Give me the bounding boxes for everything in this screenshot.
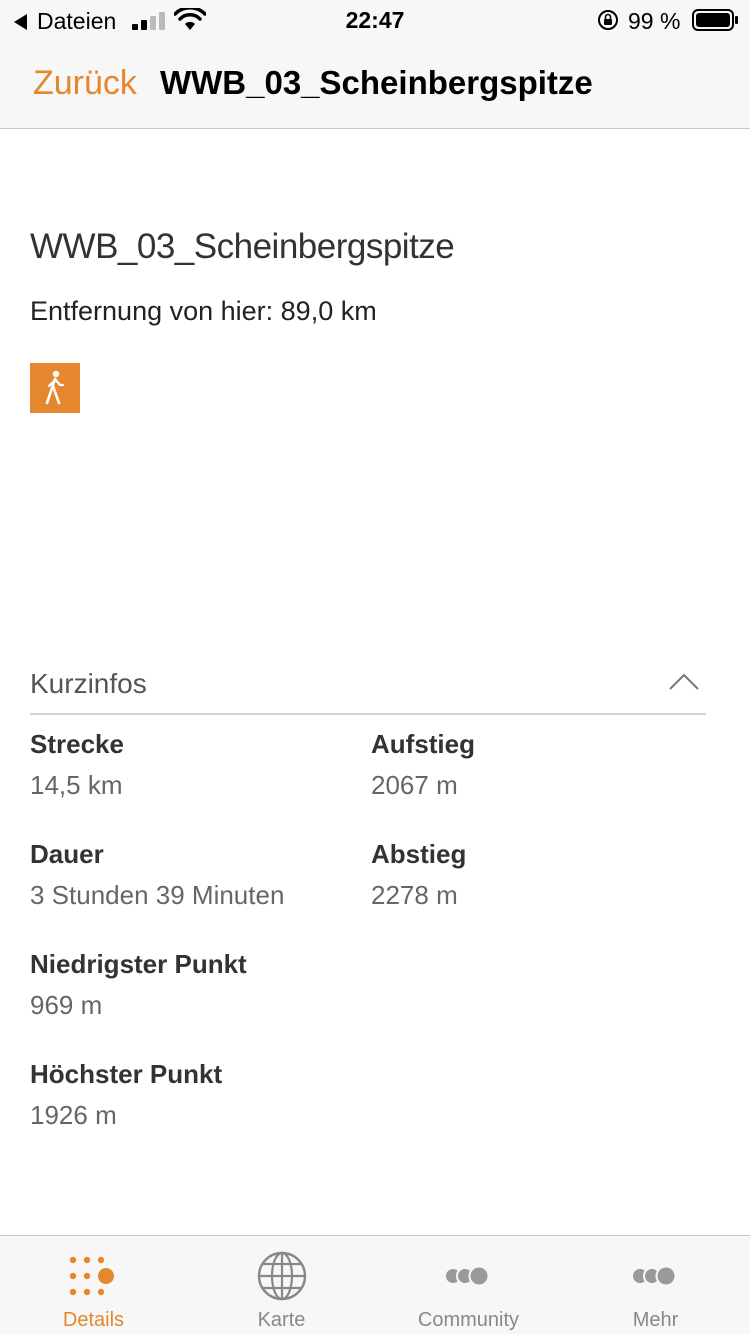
chevron-up-icon[interactable] xyxy=(668,671,700,691)
tab-details[interactable]: Details xyxy=(0,1236,187,1334)
info-label: Strecke xyxy=(30,729,124,759)
info-value: 2067 m xyxy=(371,770,458,800)
info-abstieg: Abstieg 2278 m xyxy=(371,839,701,911)
kurzinfos-header[interactable]: Kurzinfos xyxy=(30,665,706,715)
community-icon xyxy=(441,1250,497,1302)
tab-mehr[interactable]: Mehr xyxy=(562,1236,749,1334)
navigation-bar: Zurück WWB_03_Scheinbergspitze xyxy=(0,40,750,129)
activity-type-badge xyxy=(30,363,80,413)
info-aufstieg: Aufstieg 2067 m xyxy=(371,729,701,801)
info-value: 1926 m xyxy=(30,1100,117,1130)
info-label: Abstieg xyxy=(371,839,467,869)
rotation-lock-icon xyxy=(598,10,618,30)
info-dauer: Dauer 3 Stunden 39 Minuten xyxy=(30,839,360,911)
tab-label: Details xyxy=(62,1309,125,1331)
info-hoechster-punkt: Höchster Punkt 1926 m xyxy=(30,1059,360,1131)
more-icon xyxy=(628,1250,684,1302)
info-label: Niedrigster Punkt xyxy=(30,949,247,979)
info-strecke: Strecke 14,5 km xyxy=(30,729,360,801)
details-dots-icon xyxy=(66,1250,122,1302)
back-button[interactable]: Zurück xyxy=(33,64,137,103)
tour-title: WWB_03_Scheinbergspitze xyxy=(30,227,455,266)
info-value: 969 m xyxy=(30,990,103,1020)
tab-label: Karte xyxy=(257,1309,306,1331)
tab-community[interactable]: Community xyxy=(375,1236,562,1334)
tab-karte[interactable]: Karte xyxy=(188,1236,375,1334)
info-value: 2278 m xyxy=(371,880,458,910)
battery-percent: 99 % xyxy=(628,8,681,34)
status-bar: Dateien 22:47 99 % xyxy=(0,0,750,40)
kurzinfos-title: Kurzinfos xyxy=(30,668,147,699)
info-label: Höchster Punkt xyxy=(30,1059,223,1089)
tab-bar: Details Karte Community Mehr xyxy=(0,1235,750,1334)
tab-label: Mehr xyxy=(632,1309,679,1331)
distance-from-here: Entfernung von hier: 89,0 km xyxy=(30,296,377,326)
info-label: Aufstieg xyxy=(371,729,475,759)
info-value: 14,5 km xyxy=(30,770,123,800)
info-label: Dauer xyxy=(30,839,104,869)
info-niedrigster-punkt: Niedrigster Punkt 969 m xyxy=(30,949,360,1021)
tab-label: Community xyxy=(417,1309,520,1331)
battery-icon xyxy=(692,9,738,31)
nav-title: WWB_03_Scheinbergspitze xyxy=(160,64,593,101)
hiking-icon xyxy=(45,370,65,405)
globe-icon xyxy=(254,1250,310,1302)
info-value: 3 Stunden 39 Minuten xyxy=(30,880,285,910)
